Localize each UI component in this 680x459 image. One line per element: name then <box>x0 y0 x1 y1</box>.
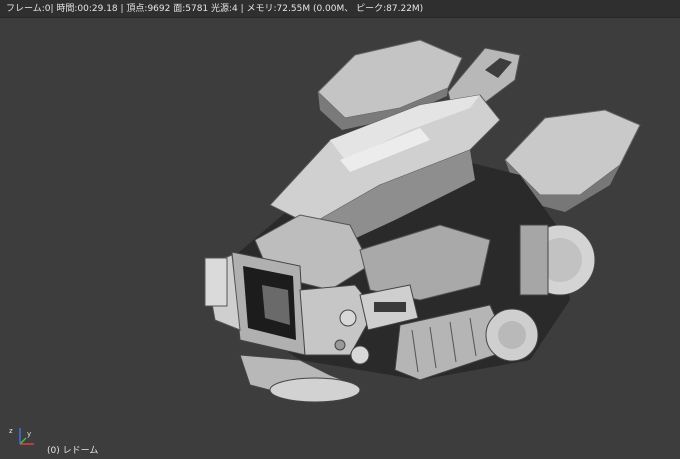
rendered-model <box>204 39 641 403</box>
z-axis-label: z <box>9 427 13 435</box>
ear-block <box>519 224 549 296</box>
bolt-small <box>334 339 346 351</box>
bolt-upper <box>339 309 357 327</box>
bolt-lower <box>350 345 370 365</box>
y-axis-line <box>19 437 27 445</box>
active-object-label: (0) レドーム <box>47 446 99 456</box>
axis-gizmo: z y <box>9 427 34 445</box>
y-axis-label: y <box>27 430 31 438</box>
render-stats-text: フレーム:0| 時間:00:29.18 | 頂点:9692 面:5781 光源:… <box>6 4 424 14</box>
vent-slot <box>374 302 406 312</box>
chin-base <box>269 377 361 403</box>
left-ear-block <box>204 257 228 307</box>
ear-disc-small-inner <box>498 321 526 349</box>
render-status-bar: フレーム:0| 時間:00:29.18 | 頂点:9692 面:5781 光源:… <box>0 0 680 18</box>
3d-viewport[interactable]: フレーム:0| 時間:00:29.18 | 頂点:9692 面:5781 光源:… <box>0 0 680 459</box>
